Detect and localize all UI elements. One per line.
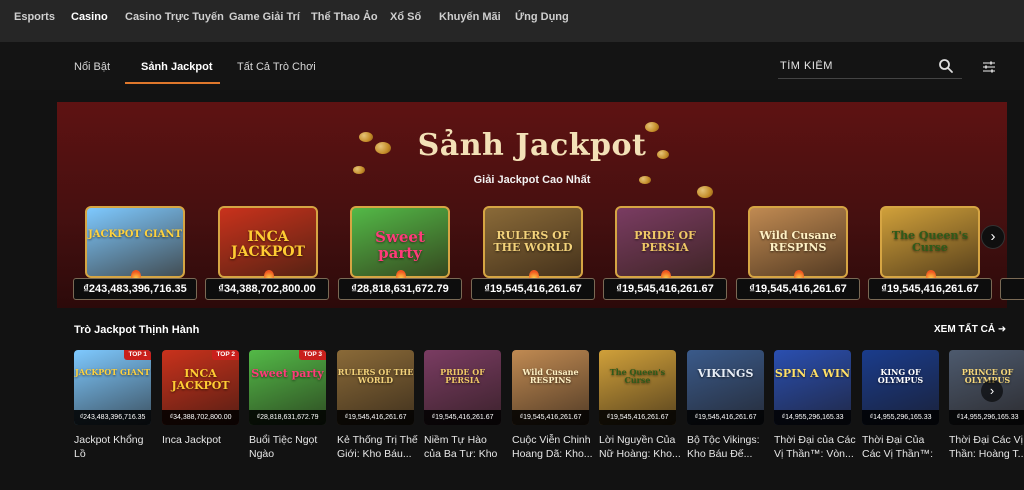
coin-icon bbox=[697, 186, 713, 198]
jackpot-card-wild-cusane[interactable]: Wild Cusane RESPINS bbox=[748, 206, 848, 278]
game-logo: Wild Cusane RESPINS bbox=[759, 229, 837, 254]
trending-game-card[interactable]: The Queen's Curse ₫19,545,416,261.67 bbox=[599, 350, 676, 425]
tab-noi-bat[interactable]: Nổi Bật bbox=[74, 61, 110, 73]
nav-game-giai-tri[interactable]: Game Giải Trí bbox=[229, 11, 300, 23]
jackpot-card-queens-curse[interactable]: The Queen's Curse bbox=[880, 206, 980, 278]
jackpot-amount: ₫19,545,416,261.67 bbox=[868, 278, 992, 300]
top-navigation: Esports Casino Casino Trực Tuyến Game Gi… bbox=[0, 0, 1024, 42]
search-box bbox=[778, 55, 962, 79]
trending-game-card[interactable]: Wild Cusane RESPINS ₫19,545,416,261.67 bbox=[512, 350, 589, 425]
game-logo: The Queen's Curse bbox=[891, 229, 969, 254]
nav-casino[interactable]: Casino bbox=[71, 11, 108, 23]
top-rank-badge: TOP 2 bbox=[212, 350, 239, 360]
active-tab-indicator bbox=[125, 82, 220, 84]
jackpot-amount: ₫19,545,416,261.67 bbox=[687, 410, 764, 425]
jackpot-amount: ₫14,955,296,165.33 bbox=[862, 410, 939, 425]
top-rank-badge: TOP 3 bbox=[299, 350, 326, 360]
nav-ung-dung[interactable]: Ứng Dụng bbox=[515, 11, 569, 23]
jackpot-amount: ₫19,545,416,261.67 bbox=[736, 278, 860, 300]
nav-xo-so[interactable]: Xổ Số bbox=[390, 11, 421, 23]
search-input[interactable] bbox=[780, 57, 930, 75]
game-logo: Sweet party bbox=[375, 228, 425, 262]
trending-game-card[interactable]: PRIDE OF PERSIA ₫19,545,416,261.67 bbox=[424, 350, 501, 425]
trending-section-title: Trò Jackpot Thịnh Hành bbox=[74, 324, 200, 336]
jackpot-card-rulers[interactable]: RULERS OF THE WORLD bbox=[483, 206, 583, 278]
jackpot-amount: ₫19,545,416,261.67 bbox=[337, 410, 414, 425]
chevron-right-icon: › bbox=[990, 228, 996, 245]
jackpot-card-inca[interactable]: INCA JACKPOT bbox=[218, 206, 318, 278]
jackpot-amount: ₫19,545,416,261.67 bbox=[603, 278, 727, 300]
game-title[interactable]: Niềm Tự Hào của Ba Tư: Kho Báu... bbox=[424, 433, 506, 461]
search-icon[interactable] bbox=[938, 58, 954, 74]
game-logo: JACKPOT GIANT bbox=[88, 229, 182, 240]
game-title[interactable]: Cuộc Viễn Chinh Hoang Dã: Kho... bbox=[512, 433, 594, 461]
nav-casino-truc-tuyen[interactable]: Casino Trực Tuyến bbox=[125, 11, 224, 23]
coin-icon bbox=[353, 166, 365, 174]
game-logo: RULERS OF THE WORLD bbox=[337, 367, 414, 386]
jackpot-amount-partial bbox=[1000, 278, 1024, 300]
trending-game-card[interactable]: JACKPOT GIANT TOP 1 ₫243,483,396,716.35 bbox=[74, 350, 151, 425]
jackpot-amount: ₫243,483,396,716.35 bbox=[74, 410, 151, 425]
trending-game-card[interactable]: KING OF OLYMPUS ₫14,955,296,165.33 bbox=[862, 350, 939, 425]
jackpot-amount: ₫19,545,416,261.67 bbox=[599, 410, 676, 425]
game-title[interactable]: Thời Đại của Các Vị Thần™: Vòn... bbox=[774, 433, 856, 461]
hero-subtitle: Giải Jackpot Cao Nhất bbox=[473, 174, 591, 186]
jackpot-amount: ₫34,388,702,800.00 bbox=[205, 278, 329, 300]
jackpot-amount: ₫243,483,396,716.35 bbox=[73, 278, 197, 300]
trending-game-card[interactable]: RULERS OF THE WORLD ₫19,545,416,261.67 bbox=[337, 350, 414, 425]
game-logo: RULERS OF THE WORLD bbox=[493, 229, 573, 254]
jackpot-amount: ₫19,545,416,261.67 bbox=[471, 278, 595, 300]
game-logo: VIKINGS bbox=[697, 367, 754, 380]
carousel-next-button[interactable]: › bbox=[981, 225, 1005, 249]
jackpot-card-persia[interactable]: PRIDE OF PERSIA bbox=[615, 206, 715, 278]
game-title[interactable]: Bộ Tộc Vikings: Kho Báu Đế... bbox=[687, 433, 769, 461]
game-title[interactable]: Inca Jackpot bbox=[162, 433, 244, 461]
filter-sliders-icon[interactable] bbox=[982, 60, 996, 74]
jackpot-amount: ₫14,955,296,165.33 bbox=[774, 410, 851, 425]
jackpot-amount: ₫19,545,416,261.67 bbox=[512, 410, 589, 425]
nav-the-thao-ao[interactable]: Thể Thao Ảo bbox=[311, 11, 378, 23]
see-all-label: XEM TẤT CẢ bbox=[934, 324, 996, 335]
game-logo: JACKPOT GIANT bbox=[74, 367, 151, 377]
jackpot-amount: ₫19,545,416,261.67 bbox=[424, 410, 501, 425]
game-logo: PRIDE OF PERSIA bbox=[634, 229, 696, 254]
tab-tat-ca-tro-choi[interactable]: Tất Cả Trò Chơi bbox=[237, 61, 316, 73]
trending-game-card[interactable]: Sweet party TOP 3 ₫28,818,631,672.79 bbox=[249, 350, 326, 425]
trending-game-card[interactable]: INCA JACKPOT TOP 2 ₫34,388,702,800.00 bbox=[162, 350, 239, 425]
game-title[interactable]: Buổi Tiệc Ngọt Ngào bbox=[249, 433, 331, 461]
jackpot-amount: ₫28,818,631,672.79 bbox=[249, 410, 326, 425]
trending-next-button[interactable]: › bbox=[981, 380, 1003, 402]
game-logo: Sweet party bbox=[251, 367, 324, 380]
trending-game-card[interactable]: SPIN A WIN ₫14,955,296,165.33 bbox=[774, 350, 851, 425]
top-rank-badge: TOP 1 bbox=[124, 350, 151, 360]
game-title[interactable]: Thời Đại Của Các Vị Thần™: Vua... bbox=[862, 433, 944, 461]
game-title[interactable]: Thời Đại Các Vị Thần: Hoàng T... bbox=[949, 433, 1024, 461]
jackpot-card-sweet-party[interactable]: Sweet party bbox=[350, 206, 450, 278]
game-logo: INCA JACKPOT bbox=[231, 229, 305, 260]
game-logo: INCA JACKPOT bbox=[171, 367, 230, 392]
hero-title: Sảnh Jackpot bbox=[417, 128, 647, 163]
nav-khuyen-mai[interactable]: Khuyến Mãi bbox=[439, 11, 501, 23]
game-title[interactable]: Lời Nguyền Của Nữ Hoàng: Kho... bbox=[599, 433, 681, 461]
game-logo: SPIN A WIN bbox=[774, 367, 851, 380]
game-title[interactable]: Jackpot Khổng Lồ bbox=[74, 433, 156, 461]
game-logo: Wild Cusane RESPINS bbox=[522, 367, 579, 386]
jackpot-amount: ₫28,818,631,672.79 bbox=[338, 278, 462, 300]
game-title[interactable]: Kẻ Thống Trị Thế Giới: Kho Báu... bbox=[337, 433, 419, 461]
tab-sanh-jackpot[interactable]: Sảnh Jackpot bbox=[141, 61, 213, 73]
trending-game-card[interactable]: VIKINGS ₫19,545,416,261.67 bbox=[687, 350, 764, 425]
game-logo: The Queen's Curse bbox=[609, 367, 666, 386]
jackpot-card-giant[interactable]: JACKPOT GIANT bbox=[85, 206, 185, 278]
chevron-right-icon: › bbox=[989, 383, 995, 398]
see-all-link[interactable]: XEM TẤT CẢ ➜ bbox=[934, 324, 1006, 335]
game-logo: KING OF OLYMPUS bbox=[877, 367, 924, 386]
nav-esports[interactable]: Esports bbox=[14, 11, 55, 23]
game-logo: PRIDE OF PERSIA bbox=[440, 367, 485, 386]
jackpot-amount: ₫34,388,702,800.00 bbox=[162, 410, 239, 425]
jackpot-amount: ₫14,955,296,165.33 bbox=[949, 410, 1024, 425]
arrow-right-icon: ➜ bbox=[997, 324, 1007, 335]
